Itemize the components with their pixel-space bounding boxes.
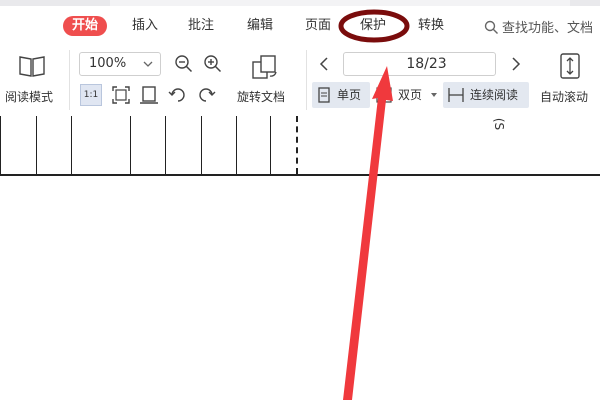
fit-page-icon[interactable] bbox=[111, 85, 131, 109]
single-page-icon bbox=[318, 87, 330, 103]
continuous-reading-button[interactable]: 连续阅读 bbox=[443, 82, 529, 108]
tab-convert[interactable]: 转换 bbox=[418, 17, 444, 35]
double-page-button[interactable]: 双页 bbox=[374, 82, 440, 108]
menu-bar: 开始 插入 批注 编辑 页面 保护 转换 查找功能、文档 bbox=[0, 6, 600, 44]
rotated-side-text: (S bbox=[492, 117, 507, 131]
continuous-reading-icon bbox=[448, 88, 464, 102]
rotate-left-icon[interactable] bbox=[168, 85, 188, 109]
table-column-line bbox=[236, 116, 237, 174]
tab-comment[interactable]: 批注 bbox=[188, 17, 214, 35]
table-column-line bbox=[0, 116, 1, 174]
tab-protect[interactable]: 保护 bbox=[360, 17, 386, 35]
rotate-document-icon[interactable] bbox=[250, 52, 280, 86]
caret-down-icon bbox=[431, 93, 437, 97]
page-break-dashed-line bbox=[296, 116, 298, 174]
auto-scroll-button[interactable]: 自动滚动 bbox=[540, 88, 588, 105]
chevron-down-icon bbox=[143, 61, 153, 67]
table-column-line bbox=[36, 116, 37, 174]
auto-scroll-icon[interactable] bbox=[557, 52, 583, 84]
double-page-label: 双页 bbox=[398, 88, 423, 102]
table-bottom-border bbox=[0, 174, 600, 176]
zoom-value: 100% bbox=[89, 56, 127, 71]
page-number-input[interactable]: 18/23 bbox=[343, 52, 496, 76]
double-page-icon bbox=[376, 87, 392, 103]
tab-start[interactable]: 开始 bbox=[63, 16, 108, 36]
search-box[interactable]: 查找功能、文档 bbox=[484, 17, 593, 36]
continuous-reading-label: 连续阅读 bbox=[470, 88, 519, 102]
zoom-in-icon[interactable] bbox=[203, 54, 223, 78]
zoom-select[interactable]: 100% bbox=[79, 52, 161, 76]
single-page-label: 单页 bbox=[337, 88, 362, 102]
document-table bbox=[0, 116, 600, 176]
rotate-right-icon[interactable] bbox=[196, 85, 216, 109]
zoom-out-icon[interactable] bbox=[174, 54, 194, 78]
table-column-line bbox=[130, 116, 131, 174]
next-page-icon[interactable] bbox=[510, 56, 522, 76]
previous-page-icon[interactable] bbox=[318, 56, 330, 76]
table-column-line bbox=[71, 116, 72, 174]
rotate-document-button[interactable]: 旋转文档 bbox=[237, 88, 285, 105]
table-column-line bbox=[270, 116, 271, 174]
table-column-line bbox=[165, 116, 166, 174]
single-page-button[interactable]: 单页 bbox=[312, 82, 370, 108]
read-mode-button[interactable]: 阅读模式 bbox=[5, 88, 53, 105]
search-icon bbox=[484, 20, 498, 34]
table-column-line bbox=[201, 116, 202, 174]
book-icon[interactable] bbox=[18, 54, 46, 82]
actual-size-button[interactable]: 1:1 bbox=[80, 84, 102, 106]
ribbon-toolbar: 阅读模式 100% 1:1 旋转文档 18/23 单页 双页 连续阅读 自动滚动 bbox=[0, 44, 600, 116]
fit-width-icon[interactable] bbox=[139, 85, 159, 109]
tab-edit[interactable]: 编辑 bbox=[247, 17, 273, 35]
tab-insert[interactable]: 插入 bbox=[132, 17, 158, 35]
search-placeholder: 查找功能、文档 bbox=[502, 21, 594, 36]
tab-page[interactable]: 页面 bbox=[305, 17, 331, 35]
